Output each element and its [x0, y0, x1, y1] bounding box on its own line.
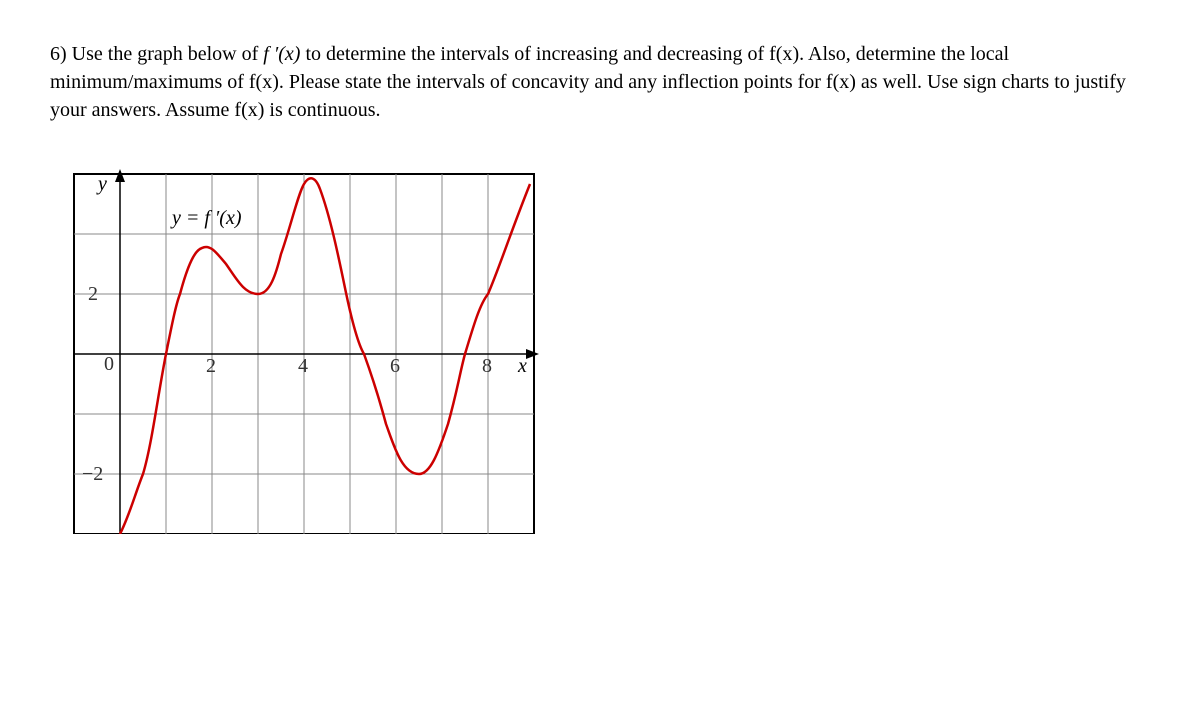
problem-part1: Use the graph below of	[72, 43, 264, 65]
tick-2x: 2	[206, 355, 216, 377]
fprime-notation: f ′(x)	[263, 43, 300, 65]
y-axis-label: y	[96, 173, 107, 195]
tick-4x: 4	[298, 355, 308, 377]
tick-0: 0	[104, 353, 114, 375]
fprime-curve	[120, 178, 530, 534]
tick-6x: 6	[390, 355, 400, 377]
tick-8x: 8	[482, 355, 492, 377]
x-axis-label: x	[517, 355, 527, 377]
x-axis-arrow-icon	[526, 349, 539, 359]
problem-number: 6)	[50, 43, 67, 65]
tick-2y: 2	[88, 283, 98, 305]
curve-label: y = f ′(x)	[170, 207, 242, 229]
tick-n2y: −2	[82, 463, 103, 485]
y-axis-arrow-icon	[115, 169, 125, 182]
derivative-graph: y x 0 2 4 6 8 2 −2 y = f ′(x)	[60, 154, 560, 534]
problem-statement: 6) Use the graph below of f ′(x) to dete…	[50, 40, 1150, 124]
graph-svg: y x 0 2 4 6 8 2 −2 y = f ′(x)	[60, 154, 560, 534]
